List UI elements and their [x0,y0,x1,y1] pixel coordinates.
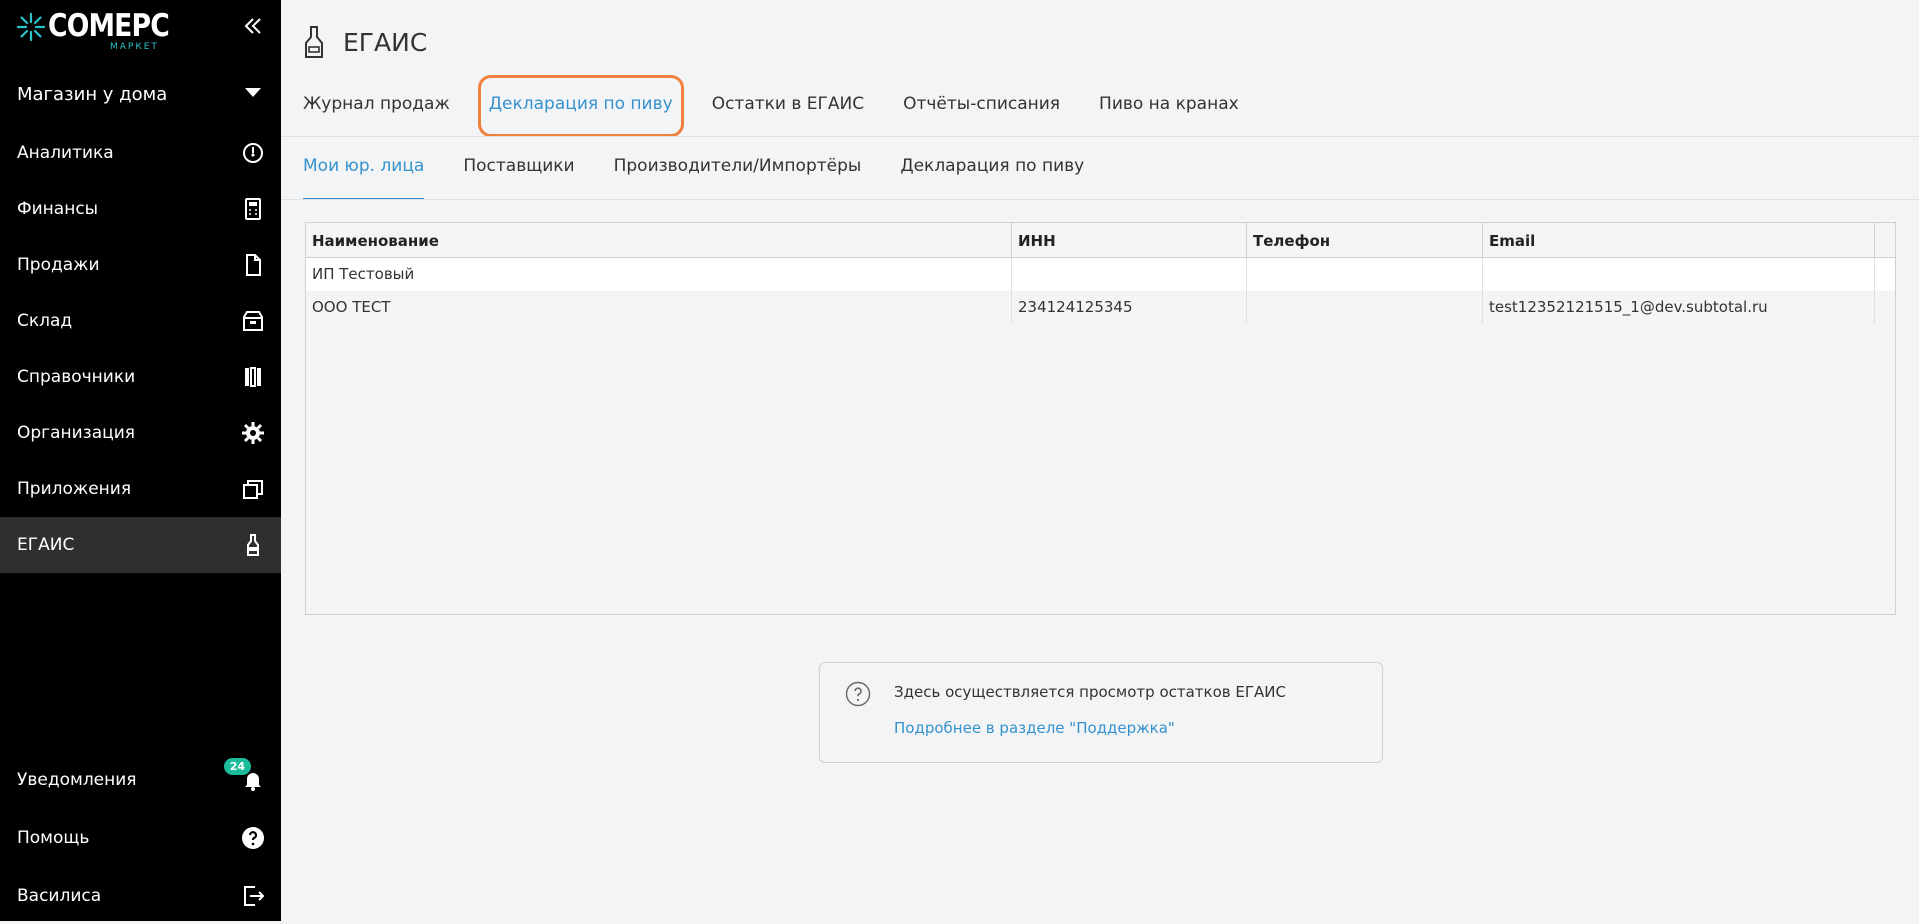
cell-name: ИП Тестовый [306,258,1012,291]
support-link[interactable]: Подробнее в разделе "Поддержка" [894,719,1175,737]
table-header: Наименование ИНН Телефон Email [306,223,1895,258]
divider [281,136,1919,137]
gear-icon [242,422,264,444]
cell-email: test12352121515_1@dev.subtotal.ru [1483,291,1875,324]
question-icon [242,827,264,849]
cell-inn: 234124125345 [1012,291,1247,324]
tab-egais-stock[interactable]: Остатки в ЕГАИС [712,86,864,126]
nav-label: Склад [17,311,73,331]
nav-item-help[interactable]: Помощь [0,810,281,866]
nav-item-organization[interactable]: Организация [0,405,281,461]
nav-item-user[interactable]: Василиса [0,868,281,924]
nav-label: ЕГАИС [17,535,75,555]
table-row[interactable]: ООО ТЕСТ 234124125345 test12352121515_1@… [306,291,1895,324]
entities-table: Наименование ИНН Телефон Email ИП Тестов… [305,222,1896,615]
cell-inn [1012,258,1247,291]
document-icon [246,254,261,276]
nav-item-notifications[interactable]: Уведомления 24 [0,752,281,808]
column-header-phone[interactable]: Телефон [1247,223,1483,257]
divider [281,199,1919,200]
nav-label: Продажи [17,255,100,275]
nav-label: Василиса [17,886,102,906]
main-tabs: Журнал продаж Декларация по пиву Остатки… [303,75,1278,137]
store-name: Магазин у дома [17,83,168,105]
nav-item-analytics[interactable]: Аналитика [0,125,281,181]
table-row[interactable]: ИП Тестовый [306,258,1895,291]
box-icon [243,311,263,331]
cell-email [1483,258,1875,291]
windows-icon [243,480,263,499]
page-title-text: ЕГАИС [343,27,428,57]
nav-label: Аналитика [17,143,114,163]
question-icon [845,681,871,707]
cell-phone [1247,291,1483,324]
brand-logo[interactable]: COMEPC МАРКЕТ [16,6,216,54]
info-box: Здесь осуществляется просмотр остатков Е… [819,662,1383,763]
tab-tap-beer[interactable]: Пиво на кранах [1099,86,1239,126]
logout-icon [244,886,265,906]
nav-label: Справочники [17,367,136,387]
info-text: Здесь осуществляется просмотр остатков Е… [894,683,1286,701]
page-title: ЕГАИС [303,22,427,62]
sub-tabs: Мои юр. лица Поставщики Производители/Им… [303,148,1123,200]
nav-label: Уведомления [17,770,137,790]
cell-phone [1247,258,1483,291]
nav-item-egais[interactable]: ЕГАИС [0,517,281,573]
tab-beer-declaration[interactable]: Декларация по пиву [477,75,684,137]
nav-label: Организация [17,423,135,443]
nav-label: Финансы [17,199,99,219]
bottle-icon [305,26,323,58]
main-content: ЕГАИС Журнал продаж Декларация по пиву О… [281,0,1919,921]
chevron-down-icon [245,88,261,97]
store-selector[interactable]: Магазин у дома [0,72,281,116]
sidebar: COMEPC МАРКЕТ Магазин у дома Аналитика Ф… [0,0,281,921]
gauge-icon [243,143,263,163]
nav-item-references[interactable]: Справочники [0,349,281,405]
column-header-inn[interactable]: ИНН [1012,223,1247,257]
nav-item-apps[interactable]: Приложения [0,461,281,517]
brand-name: COMEPC [48,8,170,44]
column-header-spacer [1875,223,1895,257]
bottle-icon [247,534,259,556]
nav-item-warehouse[interactable]: Склад [0,293,281,349]
column-header-email[interactable]: Email [1483,223,1875,257]
nav-item-sales[interactable]: Продажи [0,237,281,293]
subtab-suppliers[interactable]: Поставщики [463,148,574,200]
bell-icon [245,773,261,791]
subtab-my-entities[interactable]: Мои юр. лица [303,148,425,200]
books-icon [245,367,261,387]
star-icon [16,12,46,42]
brand-sub: МАРКЕТ [110,42,159,52]
nav-item-finance[interactable]: Финансы [0,181,281,237]
subtab-beer-declaration[interactable]: Декларация по пиву [900,148,1084,200]
cell-name: ООО ТЕСТ [306,291,1012,324]
nav-label: Приложения [17,479,132,499]
subtab-producers[interactable]: Производители/Импортёры [614,148,862,200]
tab-writeoff-reports[interactable]: Отчёты-списания [903,86,1060,126]
calculator-icon [245,198,261,220]
tab-sales-journal[interactable]: Журнал продаж [303,86,450,126]
column-header-name[interactable]: Наименование [306,223,1012,257]
collapse-icon[interactable] [242,15,264,37]
nav-label: Помощь [17,828,90,848]
